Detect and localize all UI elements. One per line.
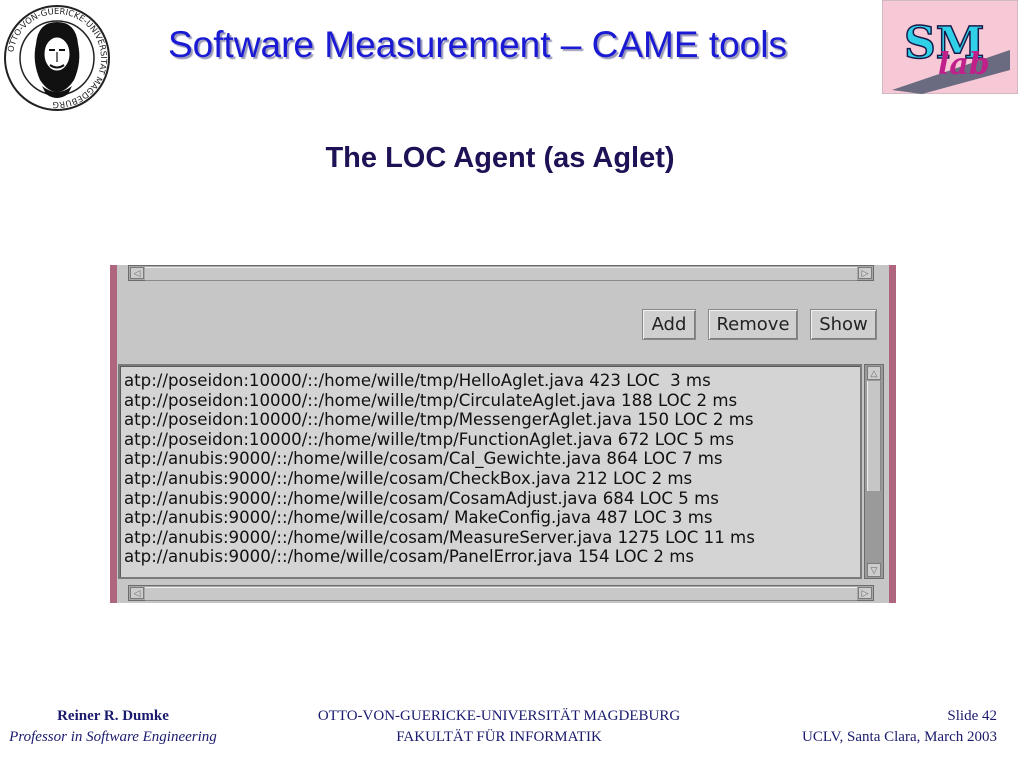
scrollbar-thumb[interactable] bbox=[145, 587, 857, 601]
results-list[interactable]: atp://poseidon:10000/::/home/wille/tmp/H… bbox=[118, 364, 862, 579]
scroll-right-arrow-icon[interactable]: ▷ bbox=[858, 267, 872, 279]
scroll-left-arrow-icon[interactable]: ◁ bbox=[130, 267, 144, 279]
scroll-down-arrow-icon[interactable]: ▽ bbox=[867, 563, 881, 577]
author-name: Reiner R. Dumke bbox=[57, 708, 169, 724]
footer-slide-info: Slide 42 UCLV, Santa Clara, March 2003 bbox=[717, 706, 997, 748]
footer-institution: OTTO-VON-GUERICKE-UNIVERSITÄT MAGDEBURG … bbox=[256, 706, 742, 748]
scrollbar-thumb[interactable] bbox=[145, 267, 857, 281]
slide-subtitle: The LOC Agent (as Aglet) bbox=[325, 142, 675, 174]
bottom-horizontal-scrollbar[interactable]: ◁ ▷ bbox=[128, 585, 874, 601]
list-item[interactable]: atp://anubis:9000/::/home/wille/cosam/Ch… bbox=[120, 469, 755, 489]
vertical-scrollbar[interactable]: △ ▽ bbox=[864, 364, 884, 579]
author-role: Professor in Software Engineering bbox=[9, 729, 217, 745]
university-seal: OTTO-VON-GUERICKE-UNIVERSITÄT MAGDEBURG bbox=[2, 2, 112, 114]
university-name: OTTO-VON-GUERICKE-UNIVERSITÄT MAGDEBURG bbox=[317, 708, 681, 724]
list-item[interactable]: atp://anubis:9000/::/home/wille/cosam/Me… bbox=[120, 528, 755, 548]
vertical-scrollbar-thumb[interactable] bbox=[867, 381, 881, 491]
logo-lab-text: lab bbox=[938, 47, 990, 82]
show-button[interactable]: Show bbox=[810, 309, 877, 340]
list-item[interactable]: atp://anubis:9000/::/home/wille/cosam/Co… bbox=[120, 489, 755, 509]
slide-title: Software Measurement – CAME tools bbox=[168, 24, 787, 65]
remove-button[interactable]: Remove bbox=[708, 309, 798, 340]
window-left-edge bbox=[110, 265, 117, 603]
list-item[interactable]: atp://poseidon:10000/::/home/wille/tmp/C… bbox=[120, 391, 755, 411]
scroll-right-arrow-icon[interactable]: ▷ bbox=[858, 587, 872, 599]
list-item[interactable]: atp://poseidon:10000/::/home/wille/tmp/F… bbox=[120, 430, 755, 450]
window-right-edge bbox=[889, 265, 896, 603]
slide-number: Slide 42 bbox=[947, 708, 997, 724]
faculty-name: FAKULTÄT FÜR INFORMATIK bbox=[396, 729, 602, 745]
smlab-logo: SM lab bbox=[881, 0, 1019, 95]
footer-author: Reiner R. Dumke Professor in Software En… bbox=[0, 706, 226, 748]
list-item[interactable]: atp://poseidon:10000/::/home/wille/tmp/M… bbox=[120, 410, 755, 430]
event-info: UCLV, Santa Clara, March 2003 bbox=[802, 729, 997, 745]
add-button[interactable]: Add bbox=[642, 309, 696, 340]
scroll-up-arrow-icon[interactable]: △ bbox=[867, 366, 881, 380]
list-item[interactable]: atp://poseidon:10000/::/home/wille/tmp/H… bbox=[120, 371, 755, 391]
scroll-left-arrow-icon[interactable]: ◁ bbox=[130, 587, 144, 599]
list-item[interactable]: atp://anubis:9000/::/home/wille/cosam/Ca… bbox=[120, 449, 755, 469]
top-horizontal-scrollbar[interactable]: ◁ ▷ bbox=[128, 265, 874, 281]
list-item[interactable]: atp://anubis:9000/::/home/wille/cosam/Pa… bbox=[120, 547, 755, 567]
aglet-window: ◁ ▷ Add Remove Show atp://poseidon:10000… bbox=[110, 265, 896, 603]
list-item[interactable]: atp://anubis:9000/::/home/wille/cosam/ M… bbox=[120, 508, 755, 528]
